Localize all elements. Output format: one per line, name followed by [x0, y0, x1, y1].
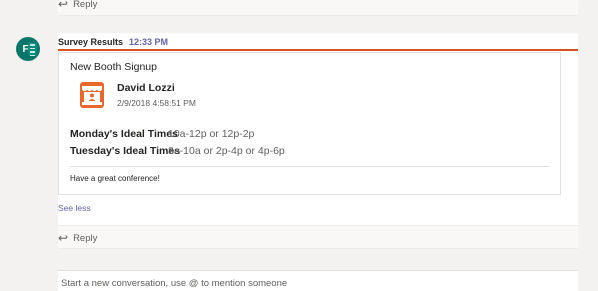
previous-reply-button[interactable]: ↩ Reply — [58, 0, 97, 11]
new-conversation-composer[interactable]: Start a new conversation, use @ to menti… — [58, 270, 578, 291]
fact-value: 10a-12p or 12p-2p — [168, 127, 255, 140]
card-title: New Booth Signup — [70, 61, 157, 73]
person-date: 2/9/2018 4:58:51 PM — [117, 98, 196, 108]
see-less-link[interactable]: See less — [58, 203, 91, 213]
message-card: Survey Results 12:33 PM New Booth Signup… — [58, 33, 578, 225]
previous-reply-strip: ↩ Reply — [58, 0, 578, 16]
booth-icon — [80, 82, 104, 108]
fact-label: Tuesday's Ideal Times — [70, 144, 181, 157]
fact-label: Monday's Ideal Times — [70, 127, 178, 140]
message-timestamp: 12:33 PM — [129, 37, 169, 47]
card-note: Have a great conference! — [70, 174, 160, 183]
fact-row: Tuesday's Ideal Times 8a-10a or 2p-4p or… — [70, 142, 285, 159]
reply-label: Reply — [73, 232, 98, 244]
reply-label: Reply — [73, 0, 98, 10]
fact-set: Monday's Ideal Times 10a-12p or 12p-2p T… — [70, 125, 285, 159]
card-divider — [70, 166, 549, 167]
fact-value: 8a-10a or 2p-4p or 4p-6p — [168, 144, 285, 157]
reply-strip: ↩ Reply — [58, 225, 578, 249]
message-author[interactable]: Survey Results — [58, 37, 123, 47]
adaptive-card: New Booth Signup David Lozzi 2/9/2018 4:… — [58, 52, 561, 195]
person-name: David Lozzi — [117, 82, 175, 94]
reply-button[interactable]: ↩ Reply — [58, 231, 97, 245]
message-header: Survey Results 12:33 PM — [58, 37, 168, 47]
forms-avatar[interactable]: F — [16, 37, 40, 61]
card-accent-rule — [58, 49, 578, 51]
forms-icon — [28, 42, 37, 56]
reply-arrow-icon: ↩ — [58, 0, 69, 11]
fact-row: Monday's Ideal Times 10a-12p or 12p-2p — [70, 125, 285, 142]
reply-arrow-icon: ↩ — [58, 231, 69, 245]
composer-placeholder: Start a new conversation, use @ to menti… — [61, 278, 288, 289]
